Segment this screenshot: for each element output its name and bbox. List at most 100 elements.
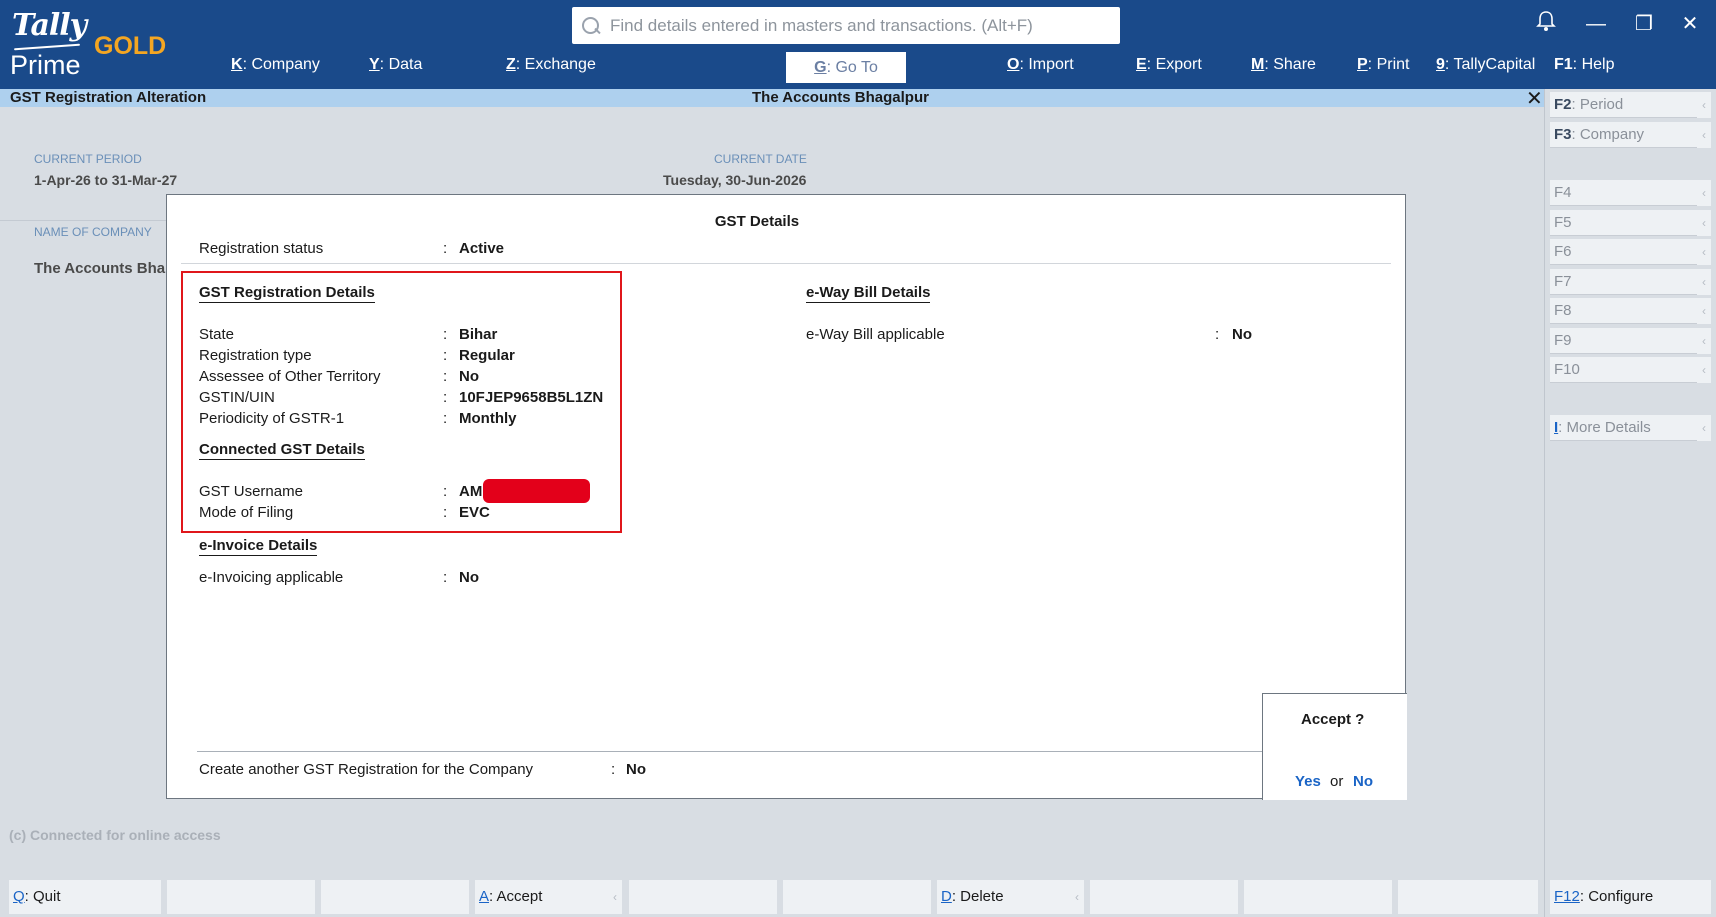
colon: :	[443, 483, 448, 500]
colon: :	[443, 569, 448, 586]
colon: :	[443, 504, 448, 521]
registration-type-value[interactable]: Regular	[459, 347, 515, 364]
screen-title-bar: GST Registration Alteration The Accounts…	[0, 88, 1544, 110]
registration-status-value[interactable]: Active	[459, 240, 504, 257]
eway-bill-value[interactable]: No	[1232, 326, 1252, 343]
colon: :	[443, 410, 448, 427]
create-another-value[interactable]: No	[626, 761, 646, 778]
chevron-left-icon: ‹	[1070, 880, 1084, 914]
menu-help[interactable]: F1: Help	[1554, 56, 1614, 74]
menu-tallycapital[interactable]: 9: TallyCapital	[1436, 56, 1535, 74]
connected-gst-heading: Connected GST Details	[199, 441, 365, 460]
einvoicing-value[interactable]: No	[459, 569, 479, 586]
chevron-left-icon: ‹	[1697, 180, 1711, 206]
eway-bill-heading: e-Way Bill Details	[806, 284, 931, 303]
chevron-left-icon: ‹	[1697, 239, 1711, 265]
screen-title: GST Registration Alteration	[10, 89, 207, 106]
menu-exchange[interactable]: Z: Exchange	[506, 56, 596, 74]
quit-button[interactable]: Q: Quit	[9, 880, 161, 914]
redaction-mark	[483, 479, 590, 503]
close-icon[interactable]: ✕	[1676, 10, 1704, 38]
colon: :	[443, 240, 448, 257]
company-name-value: The Accounts Bha	[34, 260, 166, 277]
colon: :	[443, 368, 448, 385]
accept-or-text: or	[1330, 773, 1344, 790]
state-value[interactable]: Bihar	[459, 326, 497, 343]
company-title: The Accounts Bhagalpur	[752, 89, 929, 106]
f10-button[interactable]: F10	[1550, 357, 1697, 383]
current-period-label: CURRENT PERIOD	[34, 152, 142, 166]
mode-of-filing-value[interactable]: EVC	[459, 504, 490, 521]
f4-button[interactable]: F4	[1550, 180, 1697, 206]
search-input[interactable]: Find details entered in masters and tran…	[572, 7, 1120, 44]
bottom-empty-slot	[1398, 880, 1538, 914]
registration-status-label: Registration status	[199, 240, 324, 257]
chevron-left-icon: ‹	[1697, 92, 1711, 118]
bottom-empty-slot	[1090, 880, 1238, 914]
menu-data[interactable]: Y: Data	[369, 56, 422, 74]
gst-registration-heading: GST Registration Details	[199, 284, 375, 303]
gstin-label: GSTIN/UIN	[199, 389, 275, 406]
chevron-left-icon: ‹	[1697, 210, 1711, 236]
company-name-label: NAME OF COMPANY	[34, 225, 152, 239]
company-button[interactable]: F3: Company	[1550, 122, 1697, 148]
current-date-label: CURRENT DATE	[714, 152, 807, 166]
restore-icon[interactable]: ❐	[1630, 10, 1658, 38]
accept-prompt: Accept ? Yes or No	[1262, 693, 1407, 800]
bottom-empty-slot	[783, 880, 931, 914]
menu-export[interactable]: E: Export	[1136, 56, 1202, 74]
delete-button[interactable]: D: Delete	[937, 880, 1070, 914]
divider	[197, 751, 1262, 752]
chevron-left-icon: ‹	[1697, 357, 1711, 383]
accept-yes-button[interactable]: Yes	[1295, 773, 1321, 790]
close-screen-icon[interactable]: ✕	[1526, 86, 1543, 111]
gstr1-periodicity-value[interactable]: Monthly	[459, 410, 517, 427]
bottom-empty-slot	[321, 880, 469, 914]
gstin-value[interactable]: 10FJEP9658B5L1ZN	[459, 389, 603, 406]
menu-share[interactable]: M: Share	[1251, 56, 1316, 74]
menu-company[interactable]: K: Company	[231, 56, 320, 74]
f5-button[interactable]: F5	[1550, 210, 1697, 236]
assessee-other-territory-value[interactable]: No	[459, 368, 479, 385]
eway-bill-label: e-Way Bill applicable	[806, 326, 945, 343]
edition-badge: GOLD	[94, 32, 167, 60]
divider	[181, 263, 1391, 264]
bottom-empty-slot	[167, 880, 315, 914]
accept-button[interactable]: A: Accept	[475, 880, 608, 914]
divider	[0, 220, 166, 221]
gst-username-value[interactable]: AM	[459, 483, 482, 500]
more-details-button[interactable]: I: More Details	[1550, 415, 1697, 441]
create-another-label: Create another GST Registration for the …	[199, 761, 534, 778]
f7-button[interactable]: F7	[1550, 269, 1697, 295]
minimize-icon[interactable]: —	[1582, 10, 1610, 38]
accept-question: Accept ?	[1301, 711, 1365, 728]
current-period-value: 1-Apr-26 to 31-Mar-27	[34, 172, 178, 188]
colon: :	[1215, 326, 1220, 343]
bottom-empty-slot	[629, 880, 777, 914]
menu-import[interactable]: O: Import	[1007, 56, 1074, 74]
notification-bell-icon[interactable]	[1532, 10, 1560, 38]
f8-button[interactable]: F8	[1550, 298, 1697, 324]
assessee-other-territory-label: Assessee of Other Territory	[199, 368, 381, 385]
accept-no-button[interactable]: No	[1353, 773, 1373, 790]
search-icon	[580, 15, 602, 37]
f9-button[interactable]: F9	[1550, 328, 1697, 354]
current-date-value: Tuesday, 30-Jun-2026	[663, 172, 807, 188]
menu-print[interactable]: P: Print	[1357, 56, 1409, 74]
menu-goto[interactable]: G: Go To	[786, 52, 906, 83]
chevron-left-icon: ‹	[1697, 298, 1711, 324]
bottom-empty-slot	[1244, 880, 1392, 914]
colon: :	[443, 389, 448, 406]
chevron-left-icon: ‹	[1697, 328, 1711, 354]
chevron-left-icon: ‹	[1697, 415, 1711, 441]
gst-username-label: GST Username	[199, 483, 303, 500]
period-button[interactable]: F2: Period	[1550, 92, 1697, 118]
einvoice-heading: e-Invoice Details	[199, 537, 318, 556]
search-placeholder: Find details entered in masters and tran…	[610, 15, 1033, 35]
chevron-left-icon: ‹	[1697, 122, 1711, 148]
chevron-left-icon: ‹	[1697, 269, 1711, 295]
colon: :	[611, 761, 616, 778]
colon: :	[443, 347, 448, 364]
f6-button[interactable]: F6	[1550, 239, 1697, 265]
configure-button[interactable]: F12: Configure	[1550, 880, 1711, 914]
